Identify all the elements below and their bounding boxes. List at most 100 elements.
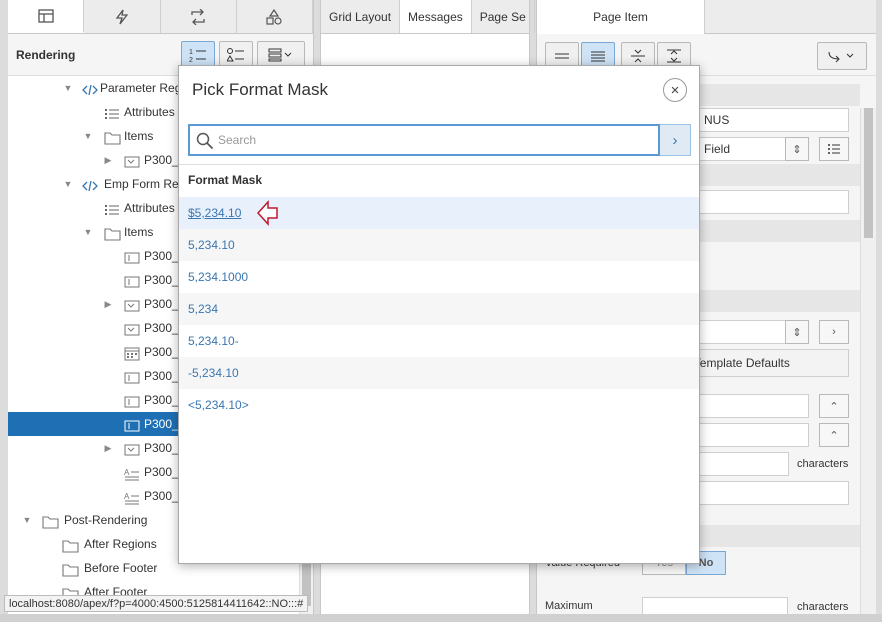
- text-item-icon: [124, 369, 140, 384]
- shared-components-icon: [266, 8, 282, 25]
- search-row: ›: [188, 124, 691, 156]
- template-goto-button[interactable]: ›: [819, 320, 849, 344]
- tree-node-label: Items: [124, 225, 154, 239]
- tab-grid-layout[interactable]: Grid Layout: [321, 0, 401, 33]
- tab-messages[interactable]: Messages: [400, 0, 472, 33]
- format-mask-option[interactable]: <5,234.10>: [179, 389, 699, 421]
- collapse-appearance-button-2[interactable]: ⌃: [819, 423, 849, 447]
- select-item-icon: [124, 441, 140, 456]
- tab-processing[interactable]: [160, 0, 237, 33]
- text-item-icon: [124, 273, 140, 288]
- text-item-icon: [124, 249, 140, 264]
- goto-group-button[interactable]: [817, 42, 867, 70]
- search-box[interactable]: [188, 124, 660, 156]
- dialog-title: Pick Format Mask: [192, 80, 329, 99]
- collapse-toggle-icon[interactable]: ▼: [83, 124, 93, 148]
- tab-dynamic-actions[interactable]: [84, 0, 161, 33]
- svg-text:A: A: [124, 492, 130, 501]
- tree-node-label: Emp Form Reg: [104, 177, 186, 191]
- status-bar-url: localhost:8080/apex/f?p=4000:4500:512581…: [4, 595, 309, 612]
- tree-node-label: Attributes: [124, 105, 175, 119]
- lines-icon: [555, 53, 569, 59]
- shapes-list-icon: [227, 47, 244, 61]
- tree-node-label: After Regions: [84, 537, 157, 551]
- pane-title: Rendering: [16, 47, 76, 62]
- search-go-button[interactable]: ›: [660, 124, 691, 156]
- chevron-right-icon: ›: [672, 131, 678, 149]
- search-icon: [196, 132, 214, 150]
- format-mask-option-label: 5,234.1000: [188, 270, 249, 284]
- format-mask-option-label: 5,234.10-: [188, 334, 239, 348]
- tab-rendering[interactable]: [8, 0, 85, 33]
- format-mask-option[interactable]: 5,234.1000: [179, 261, 699, 293]
- svg-text:1: 1: [189, 49, 193, 56]
- region-icon: [82, 177, 98, 192]
- maximum-length-field[interactable]: [642, 597, 788, 614]
- expand-toggle-icon[interactable]: ▶: [103, 292, 113, 316]
- folder-icon: [62, 537, 79, 553]
- property-tab-bar: Page Item: [537, 0, 876, 34]
- template-options-button[interactable]: e Template Defaults: [677, 349, 849, 377]
- format-mask-option[interactable]: -5,234.10: [179, 357, 699, 389]
- close-icon: ×: [670, 81, 680, 99]
- tree-node-label: Items: [124, 129, 154, 143]
- svg-text:A: A: [124, 468, 130, 477]
- all-lines-icon: [591, 51, 605, 62]
- property-scrollbar-thumb[interactable]: [864, 108, 873, 238]
- collapse-toggle-icon[interactable]: ▼: [63, 172, 73, 196]
- collapse-appearance-button[interactable]: ⌃: [819, 394, 849, 418]
- collapse-toggle-icon[interactable]: ▼: [83, 220, 93, 244]
- rendering-tree-icon: [37, 8, 54, 23]
- folder-icon: [104, 225, 121, 241]
- search-input[interactable]: [218, 130, 648, 150]
- stack-menu-icon: [268, 48, 292, 61]
- select-item-icon: [124, 321, 140, 336]
- format-mask-list: $5,234.10 5,234.10 5,234.1000 5,234 5,234.10…: [179, 197, 699, 421]
- expand-toggle-icon[interactable]: ▶: [103, 148, 113, 172]
- date-item-icon: [124, 345, 140, 361]
- format-mask-option-label: $5,234.10: [188, 206, 242, 220]
- select-item-icon: [124, 153, 140, 168]
- folder-icon: [62, 561, 79, 577]
- collapse-toggle-icon[interactable]: ▼: [63, 76, 73, 100]
- format-mask-option[interactable]: 5,234: [179, 293, 699, 325]
- template-select-arrows-icon[interactable]: ⇕: [785, 320, 809, 344]
- close-button[interactable]: ×: [663, 78, 687, 102]
- format-mask-option[interactable]: 5,234.10-: [179, 325, 699, 357]
- region-icon: [82, 81, 98, 96]
- pick-format-mask-dialog: Pick Format Mask × › Format Mask $5,234.…: [178, 65, 700, 564]
- select-item-icon: [124, 297, 140, 312]
- height-field[interactable]: [697, 481, 849, 505]
- folder-icon: [42, 513, 59, 529]
- expand-icon: [667, 49, 681, 63]
- pointer-arrow-icon: [257, 200, 278, 226]
- folder-icon: [104, 129, 121, 145]
- expand-toggle-icon[interactable]: ▶: [103, 436, 113, 460]
- display-item-icon: A: [124, 489, 139, 505]
- processing-icon: [191, 8, 205, 25]
- appearance-field-2[interactable]: [697, 423, 809, 447]
- window-bottom-edge: [0, 614, 882, 622]
- item-name-field[interactable]: NUS: [697, 108, 849, 132]
- tab-page-item[interactable]: Page Item: [537, 0, 705, 34]
- type-list-button[interactable]: [819, 137, 849, 161]
- tree-node-label: Post-Rendering: [64, 513, 148, 527]
- collapse-toggle-icon[interactable]: ▼: [22, 508, 32, 532]
- tree-node-label: Attributes: [124, 201, 175, 215]
- label-field[interactable]: [697, 190, 849, 214]
- attributes-icon: [104, 105, 119, 119]
- tab-shared-components[interactable]: [236, 0, 313, 33]
- type-select-arrows-icon[interactable]: ⇕: [785, 137, 809, 161]
- appearance-field[interactable]: [697, 394, 809, 418]
- tab-page-search[interactable]: Page Se: [472, 0, 535, 33]
- list-icon: [828, 144, 840, 154]
- maximum-length-label: Maximum: [545, 600, 593, 612]
- property-scrollbar[interactable]: [860, 108, 876, 614]
- width-field[interactable]: [697, 452, 789, 476]
- tree-node-label: Parameter Reg: [100, 81, 182, 95]
- dynamic-actions-icon: [115, 9, 129, 24]
- attributes-icon: [104, 201, 119, 215]
- format-mask-option[interactable]: 5,234.10: [179, 229, 699, 261]
- format-mask-option-label: -5,234.10: [188, 366, 239, 380]
- numbered-list-icon: 12: [189, 49, 206, 63]
